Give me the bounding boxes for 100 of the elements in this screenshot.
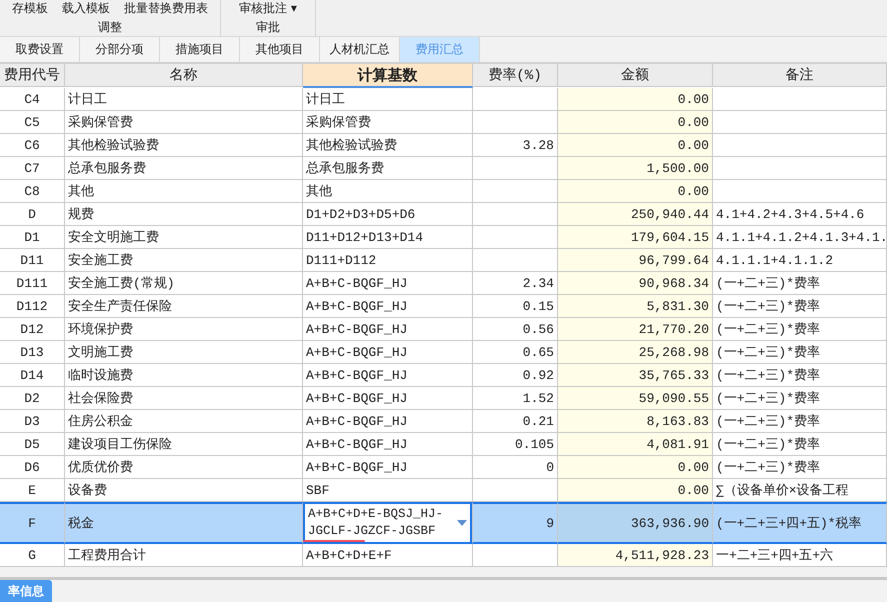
table-cell: C6 (0, 134, 65, 157)
table-cell: (一+二+三)*费率 (713, 433, 887, 456)
table-cell: 采购保管费 (65, 111, 303, 134)
table-cell: C8 (0, 180, 65, 203)
column-header[interactable]: 计算基数 (303, 64, 473, 88)
table-cell: 计日工 (65, 88, 303, 111)
table-cell: D11 (0, 249, 65, 272)
table-cell: F (0, 502, 65, 544)
ribbon-button[interactable]: 载入模板 (62, 1, 110, 15)
table-cell: 0 (473, 456, 558, 479)
table-cell: 一+二+三+四+五+六 (713, 544, 887, 567)
table-cell: D1+D2+D3+D5+D6 (303, 203, 473, 226)
table-cell: D112 (0, 295, 65, 318)
table-cell: 税金 (65, 502, 303, 544)
table-cell: 0.21 (473, 410, 558, 433)
table-cell: 4.1+4.2+4.3+4.5+4.6 (713, 203, 887, 226)
table-cell: 0.105 (473, 433, 558, 456)
table-cell: 8,163.83 (558, 410, 713, 433)
table-cell: SBF (303, 479, 473, 502)
table-cell: (一+二+三+四+五)*税率 (713, 502, 887, 544)
table-cell: (一+二+三)*费率 (713, 387, 887, 410)
table-cell: G (0, 544, 65, 567)
table-cell: 0.00 (558, 456, 713, 479)
table-cell: A+B+C-BQGF_HJ (303, 387, 473, 410)
ribbon-group-label: 调整 (98, 19, 122, 36)
table-cell: 21,770.20 (558, 318, 713, 341)
table-cell: 工程费用合计 (65, 544, 303, 567)
table-cell: 4,511,928.23 (558, 544, 713, 567)
table-cell: 90,968.34 (558, 272, 713, 295)
table-cell: 建设项目工伤保险 (65, 433, 303, 456)
table-cell: 96,799.64 (558, 249, 713, 272)
table-cell: 计日工 (303, 88, 473, 111)
table-cell: D (0, 203, 65, 226)
caret-icon[interactable] (457, 520, 467, 526)
table-cell: D12 (0, 318, 65, 341)
table-cell: 住房公积金 (65, 410, 303, 433)
table-cell: A+B+C-BQGF_HJ (303, 433, 473, 456)
ribbon-group-label: 审批 (256, 19, 280, 36)
table-cell: A+B+C-BQGF_HJ (303, 364, 473, 387)
table-cell: 总承包服务费 (65, 157, 303, 180)
table-cell: 4.1.1.1+4.1.1.2 (713, 249, 887, 272)
table-cell: D14 (0, 364, 65, 387)
table-cell: 0.00 (558, 479, 713, 502)
table-cell: 安全生产责任保险 (65, 295, 303, 318)
table-cell: A+B+C-BQGF_HJ (303, 272, 473, 295)
table-cell: 3.28 (473, 134, 558, 157)
table-cell: 临时设施费 (65, 364, 303, 387)
column-header[interactable]: 金额 (558, 64, 713, 87)
table-cell: 35,765.33 (558, 364, 713, 387)
table-cell: A+B+C-BQGF_HJ (303, 410, 473, 433)
column-header[interactable]: 费用代号 (0, 64, 65, 87)
table-cell: 社会保险费 (65, 387, 303, 410)
table-cell: 0.56 (473, 318, 558, 341)
table-cell: 其他 (303, 180, 473, 203)
table-cell: A+B+C-BQGF_HJ (303, 318, 473, 341)
table-cell: C7 (0, 157, 65, 180)
column-header[interactable]: 备注 (713, 64, 887, 87)
table-cell: 环境保护费 (65, 318, 303, 341)
table-cell: 1,500.00 (558, 157, 713, 180)
table-cell: 1.52 (473, 387, 558, 410)
table-cell: (一+二+三)*费率 (713, 295, 887, 318)
table-cell: A+B+C-BQGF_HJ (303, 456, 473, 479)
table-cell: E (0, 479, 65, 502)
table-cell: 0.15 (473, 295, 558, 318)
table-cell: 363,936.90 (558, 502, 713, 544)
table-cell: (一+二+三)*费率 (713, 272, 887, 295)
table-cell: 其他检验试验费 (303, 134, 473, 157)
table-cell: 59,090.55 (558, 387, 713, 410)
ribbon-button[interactable]: 审核批注 ▾ (239, 1, 297, 15)
table-cell: 0.00 (558, 180, 713, 203)
table-cell: 0.92 (473, 364, 558, 387)
base-dropdown-field[interactable]: A+B+C+D+E-BQSJ_HJ-JGCLF-JGZCF-JGSBF (303, 504, 472, 542)
table-cell: D111 (0, 272, 65, 295)
table-cell: C5 (0, 111, 65, 134)
table-cell: 规费 (65, 203, 303, 226)
column-header[interactable]: 费率(%) (473, 64, 558, 87)
table-cell: D111+D112 (303, 249, 473, 272)
table-cell: A+B+C-BQGF_HJ (303, 341, 473, 364)
table-cell: 5,831.30 (558, 295, 713, 318)
table-cell: 0.00 (558, 134, 713, 157)
table-cell: 9 (473, 502, 558, 544)
ribbon-button[interactable]: 批量替换费用表 (124, 1, 208, 15)
ribbon-button[interactable]: 存模板 (12, 1, 48, 15)
table-cell: 其他 (65, 180, 303, 203)
table-cell: 安全施工费 (65, 249, 303, 272)
table-cell: 250,940.44 (558, 203, 713, 226)
table-cell: 4.1.1+4.1.2+4.1.3+4.1. (713, 226, 887, 249)
table-cell: 安全文明施工费 (65, 226, 303, 249)
table-cell: 安全施工费(常规) (65, 272, 303, 295)
table-cell: 采购保管费 (303, 111, 473, 134)
table-cell: 其他检验试验费 (65, 134, 303, 157)
table-cell: D2 (0, 387, 65, 410)
table-cell: D3 (0, 410, 65, 433)
table-cell: 0.00 (558, 111, 713, 134)
table-cell: D6 (0, 456, 65, 479)
table-cell: D13 (0, 341, 65, 364)
table-cell: A+B+C-BQGF_HJ (303, 295, 473, 318)
table-cell: 4,081.91 (558, 433, 713, 456)
table-cell: D1 (0, 226, 65, 249)
column-header[interactable]: 名称 (65, 64, 303, 87)
